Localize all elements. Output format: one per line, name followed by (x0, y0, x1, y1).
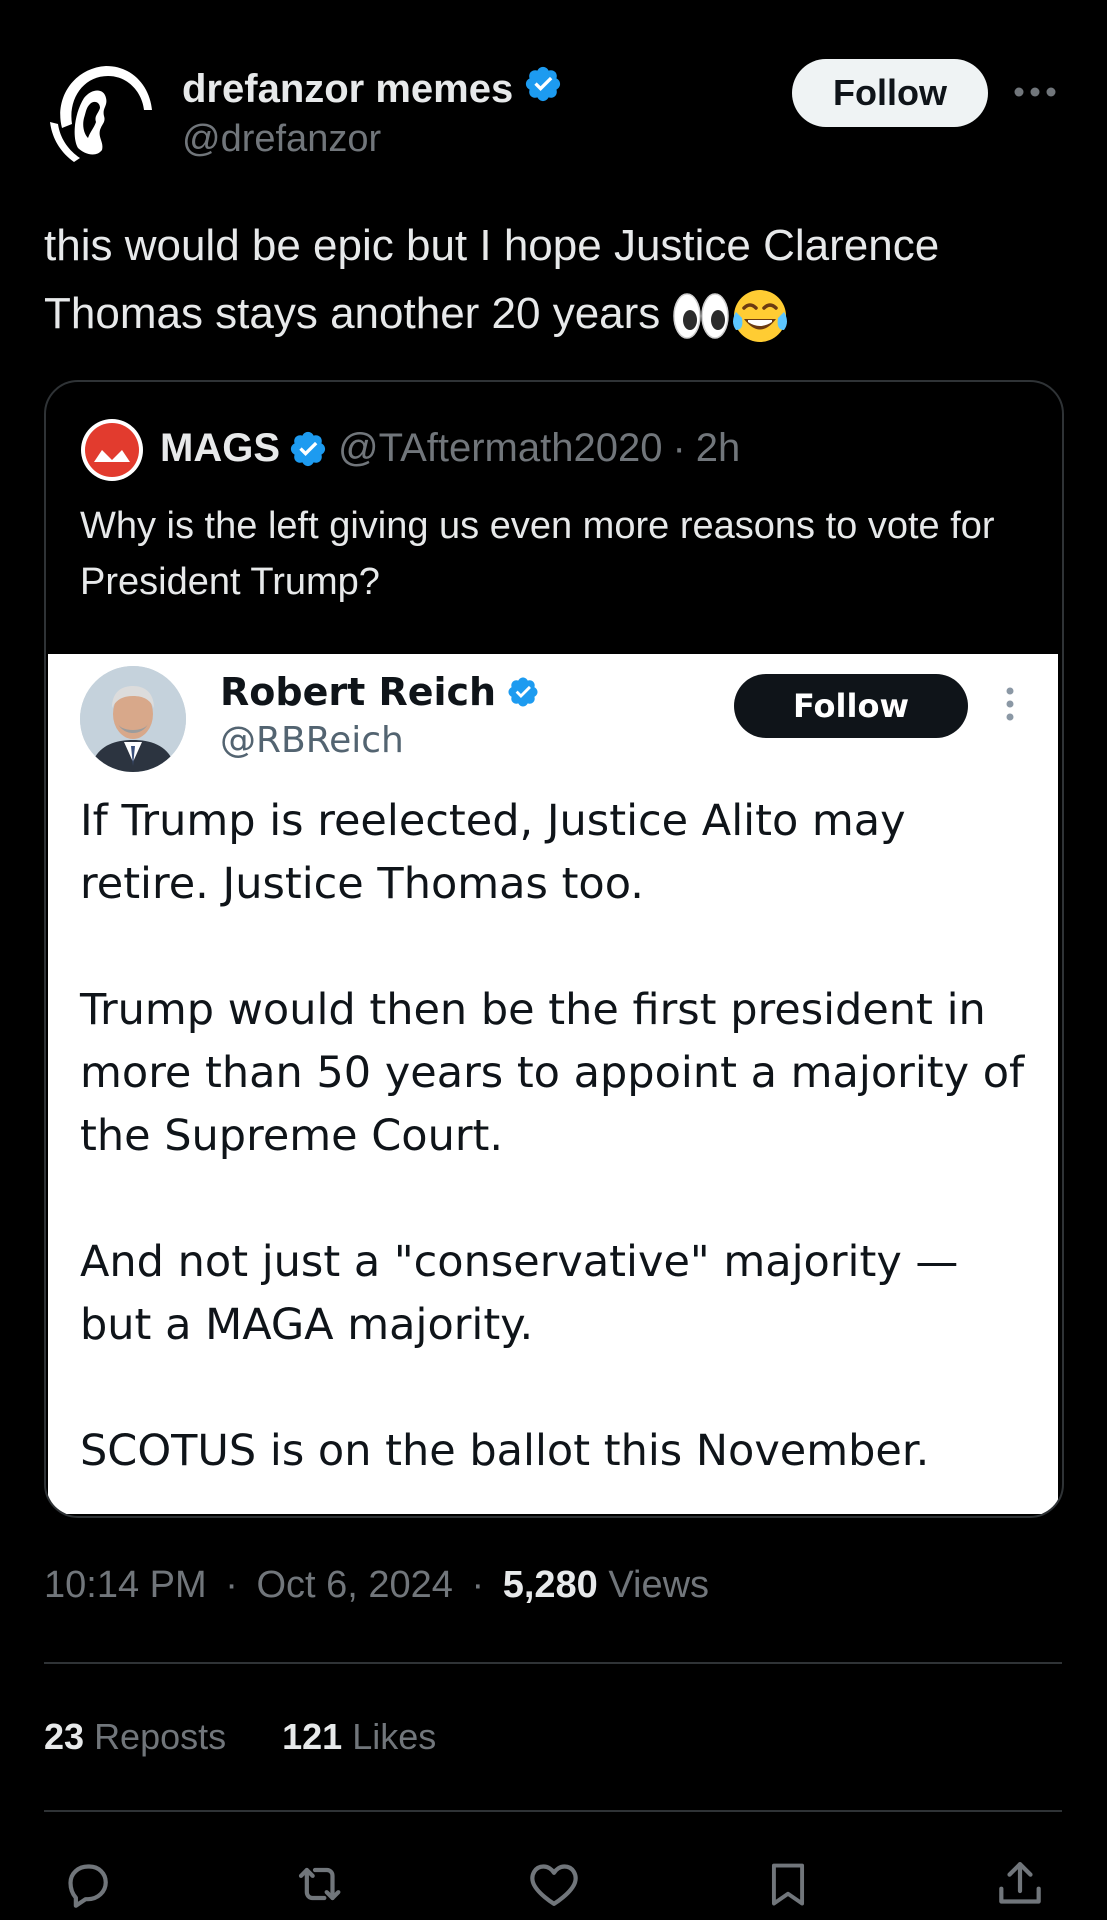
views-label[interactable]: Views (608, 1564, 709, 1606)
quote-author-row[interactable]: MAGS @TAftermath2020 · 2h (160, 426, 740, 471)
embed-tweet-body: If Trump is reelected, Justice Alito may… (80, 790, 1030, 1483)
quoted-media-image[interactable]: Robert Reich @RBReich Follow If Trump is… (48, 654, 1058, 1514)
quote-timestamp[interactable]: 2h (696, 426, 741, 471)
bookmark-icon[interactable] (758, 1854, 818, 1914)
embed-paragraph: SCOTUS is on the ballot this November. (80, 1426, 930, 1476)
engagement-stats: 23 Reposts 121 Likes (44, 1716, 436, 1758)
repost-icon[interactable] (292, 1854, 352, 1914)
separator-dot: · (225, 1564, 238, 1606)
silhouette-profile-avatar (44, 58, 156, 170)
embed-author-name: Robert Reich (220, 670, 540, 714)
likes-label[interactable]: Likes (352, 1716, 436, 1757)
separator-dot: · (672, 426, 686, 470)
share-icon[interactable] (990, 1854, 1050, 1914)
embed-paragraph: And not just a "conservative" majority —… (80, 1237, 959, 1350)
separator-dot: · (471, 1564, 485, 1606)
quote-author-handle[interactable]: @TAftermath2020 (338, 426, 662, 471)
reposts-stat[interactable]: 23 Reposts (44, 1716, 226, 1758)
quote-author-name[interactable]: MAGS (160, 426, 280, 471)
tweet-text-content: this would be epic but I hope Justice Cl… (44, 221, 940, 338)
verified-badge-icon (506, 675, 540, 709)
embed-paragraph: Trump would then be the first president … (80, 985, 1025, 1161)
divider (44, 1662, 1062, 1664)
more-vertical-icon (1000, 684, 1020, 724)
embed-paragraph: If Trump is reelected, Justice Alito may… (80, 796, 906, 909)
quoted-tweet-card[interactable]: MAGS @TAftermath2020 · 2h Why is the lef… (44, 380, 1064, 1518)
views-count[interactable]: 5,280 (503, 1564, 598, 1606)
reposts-count[interactable]: 23 (44, 1716, 84, 1757)
like-icon[interactable] (524, 1854, 584, 1914)
author-name-text[interactable]: drefanzor memes (182, 67, 513, 112)
likes-count[interactable]: 121 (282, 1716, 342, 1757)
author-avatar[interactable] (44, 58, 156, 170)
verified-badge-icon (523, 64, 563, 114)
tweet-date[interactable]: Oct 6, 2024 (256, 1564, 452, 1606)
tweet-meta: 10:14 PM · Oct 6, 2024 · 5,280 Views (44, 1564, 709, 1607)
likes-stat[interactable]: 121 Likes (282, 1716, 436, 1758)
eyes-emoji-icon (673, 293, 730, 340)
author-handle[interactable]: @drefanzor (182, 118, 381, 161)
tweet-time[interactable]: 10:14 PM (44, 1564, 207, 1606)
embed-author-avatar (80, 666, 186, 772)
more-options-icon[interactable] (1010, 72, 1060, 112)
reposts-label[interactable]: Reposts (94, 1716, 226, 1757)
embed-follow-button: Follow (734, 674, 968, 738)
embed-author-name-text: Robert Reich (220, 670, 497, 714)
author-display-name[interactable]: drefanzor memes (182, 64, 563, 114)
person-portrait-avatar (80, 666, 186, 772)
verified-badge-icon (288, 429, 328, 469)
quote-author-avatar[interactable] (80, 418, 144, 482)
embed-author-handle: @RBReich (220, 720, 404, 761)
tweet-emojis (672, 286, 790, 346)
mags-logo-avatar (81, 419, 143, 481)
reply-icon[interactable] (58, 1854, 118, 1914)
divider (44, 1810, 1062, 1812)
tweet-text: this would be epic but I hope Justice Cl… (44, 212, 1064, 348)
tears-of-joy-emoji-icon (733, 290, 788, 343)
follow-button[interactable]: Follow (792, 59, 988, 127)
quote-text: Why is the left giving us even more reas… (80, 505, 995, 603)
